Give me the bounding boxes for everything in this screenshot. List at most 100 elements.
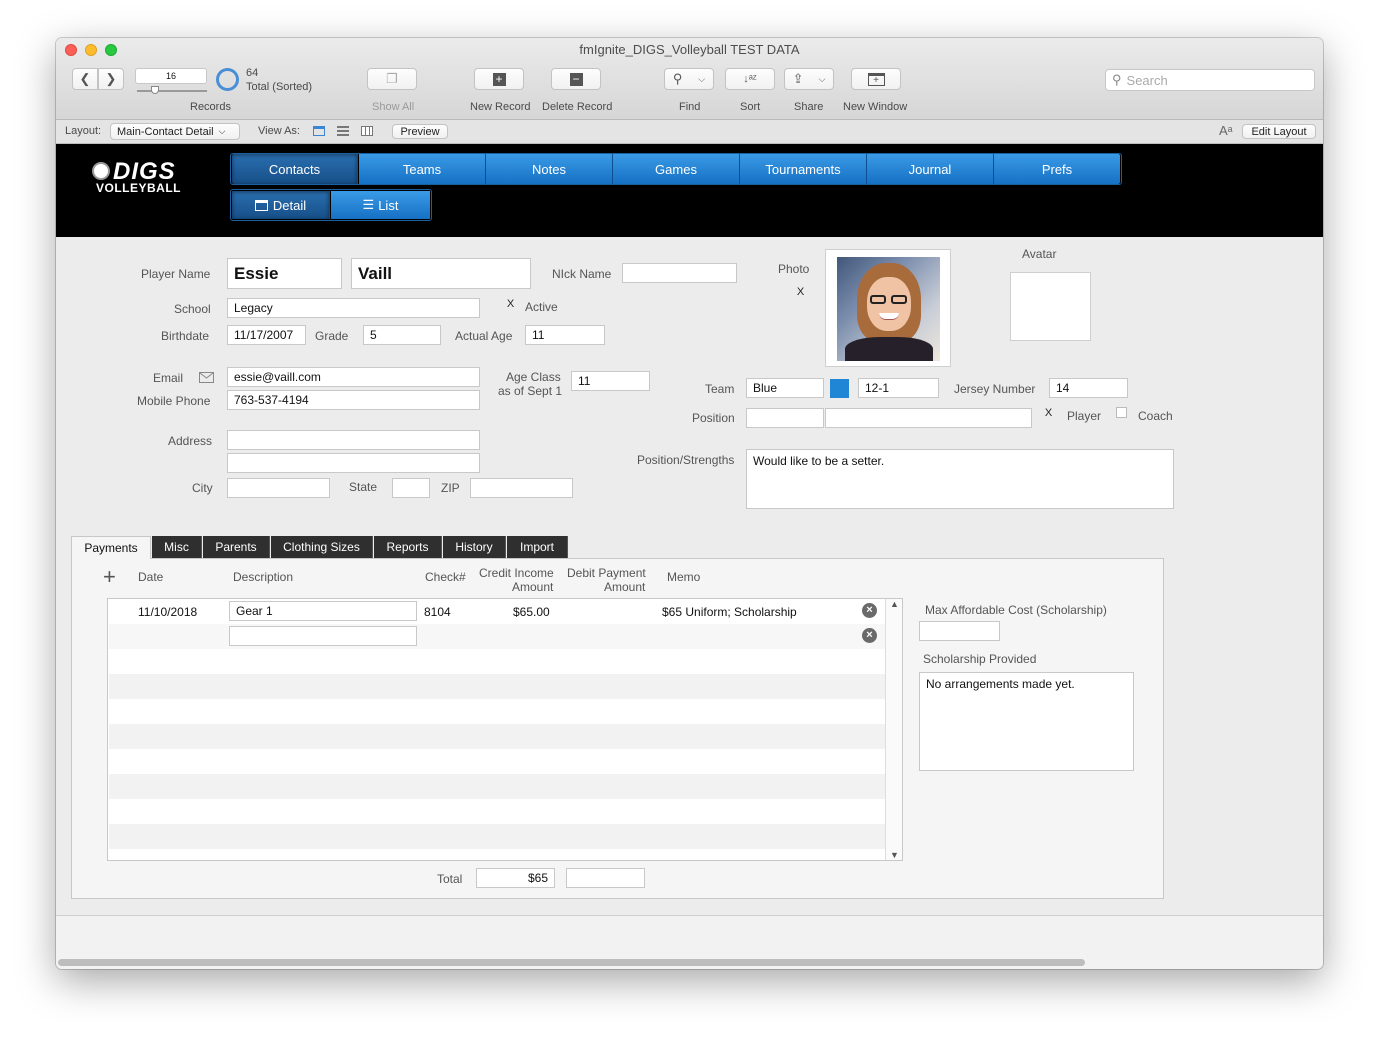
actual-age-field[interactable]: 11	[525, 325, 605, 345]
show-all-button[interactable]: ❐	[367, 68, 417, 90]
photo-container[interactable]	[825, 249, 951, 367]
search-input[interactable]: ⚲ Search	[1105, 69, 1315, 91]
record-slider-thumb[interactable]	[151, 86, 159, 94]
max-cost-field[interactable]	[919, 621, 1000, 641]
magnifier-icon: ⚲	[672, 71, 683, 86]
table-row	[109, 674, 885, 699]
address-line1-field[interactable]	[227, 430, 480, 450]
actual-age-label: Actual Age	[455, 329, 513, 343]
avatar-container[interactable]	[1010, 272, 1091, 341]
detail-icon	[254, 199, 268, 211]
position-field[interactable]	[746, 408, 824, 428]
total-count: 64	[246, 67, 259, 79]
scroll-up-icon[interactable]: ▲	[886, 599, 902, 609]
horizontal-scrollbar[interactable]	[58, 959, 1085, 966]
nav-tab-notes[interactable]: Notes	[486, 154, 613, 184]
edit-layout-button[interactable]: Edit Layout	[1242, 124, 1316, 139]
nav-tab-prefs[interactable]: Prefs	[994, 154, 1120, 184]
coach-checkbox[interactable]	[1116, 407, 1127, 418]
table-row[interactable]: ×	[109, 624, 885, 649]
mobile-phone-label: Mobile Phone	[137, 394, 211, 408]
payments-portal: 11/10/2018 Gear 1 8104 $65.00 $65 Unifor…	[107, 598, 903, 861]
address-line2-field[interactable]	[227, 453, 480, 473]
envelope-icon[interactable]	[199, 372, 214, 383]
tab-history[interactable]: History	[443, 536, 506, 558]
zip-field[interactable]	[470, 478, 573, 498]
new-window-icon: +	[867, 72, 885, 86]
player-checkbox[interactable]: X	[1043, 408, 1054, 419]
photo-label: Photo	[778, 262, 810, 276]
nick-name-label: NIck Name	[552, 267, 612, 281]
grade-field[interactable]: 5	[363, 325, 441, 345]
layout-select[interactable]: Main-Contact Detail ⌵	[110, 123, 240, 140]
delete-record-button[interactable]: −	[551, 68, 601, 90]
tab-clothing-sizes[interactable]: Clothing Sizes	[271, 536, 373, 558]
age-class-field[interactable]: 11	[571, 371, 650, 391]
list-view-icon[interactable]	[337, 126, 349, 136]
scroll-down-icon[interactable]: ▼	[886, 850, 902, 860]
table-view-icon[interactable]	[361, 126, 373, 136]
table-row[interactable]: 11/10/2018 Gear 1 8104 $65.00 $65 Unifor…	[109, 599, 885, 624]
city-label: City	[192, 481, 213, 495]
tab-parents[interactable]: Parents	[203, 536, 270, 558]
scholarship-field[interactable]: No arrangements made yet.	[919, 672, 1134, 771]
nav-tab-tournaments[interactable]: Tournaments	[740, 154, 867, 184]
team-field[interactable]: Blue	[746, 378, 824, 398]
team-label: Team	[705, 382, 735, 396]
state-field[interactable]	[392, 478, 430, 498]
team-record-field[interactable]: 12-1	[858, 378, 939, 398]
find-button[interactable]: ⚲ ⌵	[664, 68, 714, 90]
next-record-button[interactable]: ❯	[98, 68, 124, 90]
record-number-field[interactable]: 16	[135, 68, 207, 84]
window-title: fmIgnite_DIGS_Volleyball TEST DATA	[579, 42, 800, 57]
record-slider-track[interactable]	[137, 90, 207, 92]
new-record-button[interactable]: +	[474, 68, 524, 90]
subtab-list[interactable]: ☰ List	[331, 191, 430, 219]
app-header: DIGS VOLLEYBALL Contacts Teams Notes Gam…	[56, 144, 1323, 237]
subtab-detail[interactable]: Detail	[232, 191, 330, 219]
delete-row-icon[interactable]: ×	[862, 603, 877, 618]
new-window-button[interactable]: +	[851, 68, 901, 90]
city-field[interactable]	[227, 478, 330, 498]
avatar-label: Avatar	[1022, 247, 1057, 261]
title-toolbar: fmIgnite_DIGS_Volleyball TEST DATA ❮ ❯ 1…	[56, 38, 1323, 120]
search-icon: ⚲	[1112, 72, 1122, 87]
position-detail-field[interactable]	[825, 408, 1032, 428]
last-name-field[interactable]: Vaill	[351, 258, 531, 289]
tab-import[interactable]: Import	[507, 536, 568, 558]
first-name-field[interactable]: Essie	[227, 258, 342, 289]
payment-description-field[interactable]: Gear 1	[229, 601, 417, 621]
sort-button[interactable]: ↓ᵃᶻ	[725, 68, 775, 90]
list-icon: ☰	[362, 197, 375, 212]
birthdate-field[interactable]: 11/17/2007	[227, 325, 306, 345]
layout-label: Layout:	[65, 125, 102, 137]
form-view-icon[interactable]	[313, 126, 325, 136]
school-field[interactable]: Legacy	[227, 298, 480, 318]
nick-name-field[interactable]	[622, 263, 737, 283]
team-color-swatch	[830, 379, 849, 398]
tab-reports[interactable]: Reports	[374, 536, 442, 558]
nav-tab-journal[interactable]: Journal	[867, 154, 994, 184]
mobile-phone-field[interactable]: 763-537-4194	[227, 390, 480, 410]
nav-tab-contacts[interactable]: Contacts	[232, 154, 358, 184]
portal-scrollbar[interactable]: ▲ ▼	[885, 599, 902, 860]
share-icon: ⇪	[792, 71, 804, 86]
delete-row-icon[interactable]: ×	[862, 628, 877, 643]
col-check: Check#	[425, 570, 466, 584]
previous-record-button[interactable]: ❮	[72, 68, 98, 90]
tab-misc[interactable]: Misc	[152, 536, 202, 558]
email-field[interactable]: essie@vaill.com	[227, 367, 480, 387]
preview-button[interactable]: Preview	[392, 124, 448, 139]
share-button[interactable]: ⇪ ⌵	[784, 68, 834, 90]
nav-tab-teams[interactable]: Teams	[359, 154, 486, 184]
active-checkbox[interactable]: X	[505, 299, 516, 310]
jersey-number-field[interactable]: 14	[1049, 378, 1128, 398]
position-strengths-field[interactable]: Would like to be a setter.	[746, 449, 1174, 509]
tab-payments[interactable]: Payments	[71, 536, 151, 559]
nav-tab-games[interactable]: Games	[613, 154, 740, 184]
active-label: Active	[525, 300, 558, 314]
add-payment-icon[interactable]: +	[103, 566, 116, 588]
photo-checkbox[interactable]: X	[795, 287, 806, 298]
font-size-icon[interactable]: Aᵃ	[1219, 123, 1233, 138]
new-payment-description-field[interactable]	[229, 626, 417, 646]
